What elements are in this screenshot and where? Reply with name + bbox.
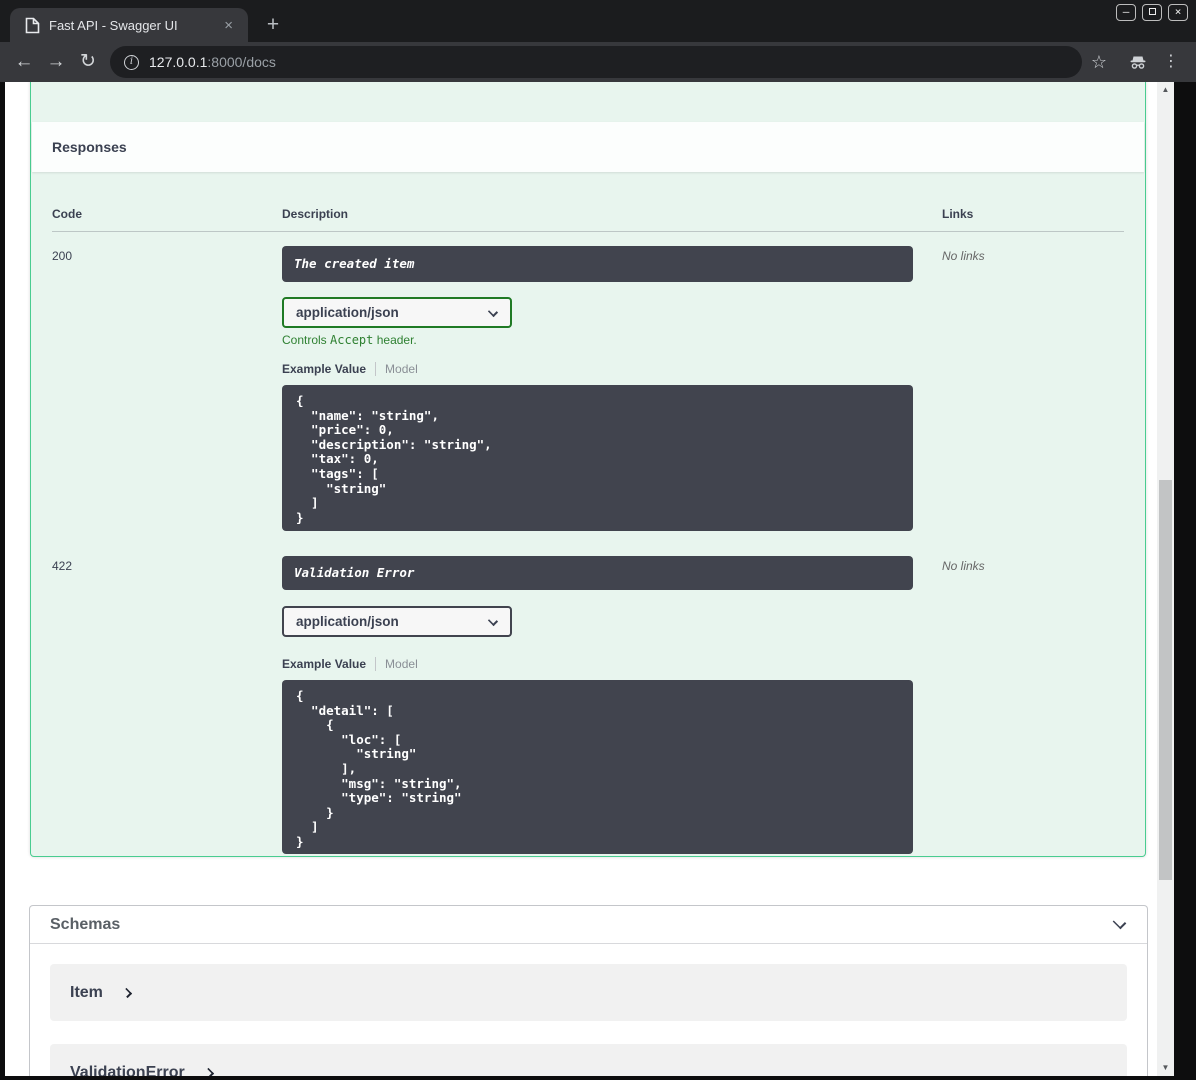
response-code: 200 [52,249,73,263]
example-json-code: { "name": "string", "price": 0, "descrip… [296,393,492,525]
bookmark-star-icon[interactable]: ☆ [1089,42,1109,82]
new-tab-button[interactable]: + [260,13,286,39]
close-button[interactable]: × [1168,4,1188,21]
media-type-select[interactable]: application/json [282,606,512,637]
window-controls: – × [1116,4,1188,21]
model-item[interactable]: Item [50,964,1127,1021]
response-description-box: Validation Error [282,556,913,590]
media-type-value: application/json [296,305,399,320]
model-name: Item [70,983,103,1001]
site-info-icon[interactable]: i [124,54,139,70]
example-json-block: { "detail": [ { "loc": [ "string" ], "ms… [282,680,913,854]
scroll-up-icon[interactable]: ▲ [1157,82,1174,98]
browser-window: Fast API - Swagger UI × + – × ← → ↻ i 12… [0,0,1196,1080]
model-name: ValidationError [70,1063,185,1077]
url-text: 127.0.0.1:8000/docs [149,54,276,70]
tab-title: Fast API - Swagger UI [49,17,178,33]
column-header-links: Links [942,207,974,221]
page-favicon-icon [25,17,40,33]
responses-title: Responses [52,139,127,155]
column-header-description: Description [282,207,349,221]
response-row-422: 422 Validation Error application/json Ex… [52,542,1124,854]
browser-toolbar: ← → ↻ i 127.0.0.1:8000/docs ☆ ⋮ [0,42,1196,82]
minimize-button[interactable]: – [1116,4,1136,21]
response-code: 422 [52,559,73,573]
chevron-right-icon [121,987,132,998]
incognito-icon [1128,42,1150,82]
chevron-down-icon[interactable] [1112,915,1127,930]
schemas-title: Schemas [50,915,121,933]
responses-section-header: Responses [32,122,1144,172]
maximize-button[interactable] [1142,4,1162,21]
back-button[interactable]: ← [8,42,40,82]
schemas-section: Schemas Item ValidationError [29,905,1148,1076]
response-description-cell: The created item application/json Contro… [282,246,942,531]
address-bar[interactable]: i 127.0.0.1:8000/docs [110,46,1082,78]
scrollbar-thumb[interactable] [1159,480,1172,880]
page-scrollbar[interactable]: ▲ ▼ [1157,82,1174,1076]
browser-menu-icon[interactable]: ⋮ [1162,42,1180,82]
tab-example-value[interactable]: Example Value [282,657,366,671]
example-json-code: { "detail": [ { "loc": [ "string" ], "ms… [296,688,462,849]
titlebar: Fast API - Swagger UI × + – × [0,0,1196,42]
scroll-down-icon[interactable]: ▼ [1157,1060,1174,1076]
browser-tab[interactable]: Fast API - Swagger UI × [10,8,248,42]
example-json-block: { "name": "string", "price": 0, "descrip… [282,385,913,531]
post-opblock: Responses Code Description Links 200 The… [30,82,1146,857]
chevron-right-icon [203,1067,214,1076]
tab-model[interactable]: Model [385,362,418,376]
response-description-box: The created item [282,246,913,282]
schemas-header[interactable]: Schemas [30,906,1147,944]
tab-divider [375,656,377,671]
responses-table-header: Code Description Links [52,172,1124,232]
url-path: :8000/docs [207,54,276,70]
media-type-select[interactable]: application/json [282,297,512,328]
response-links: No links [942,249,985,263]
tab-divider [375,361,377,376]
chevron-down-icon [487,306,499,318]
responses-table: Code Description Links 200 The created i… [52,172,1124,854]
reload-button[interactable]: ↻ [72,42,104,82]
accept-code: Accept [330,333,374,347]
swagger-page: Responses Code Description Links 200 The… [5,82,1174,1076]
url-host: 127.0.0.1 [149,54,208,70]
response-links: No links [942,559,985,573]
column-header-code: Code [52,207,82,221]
example-model-tabs: Example Value Model [282,361,942,376]
tab-model[interactable]: Model [385,657,418,671]
response-description-cell: Validation Error application/json Exampl… [282,556,942,854]
maximize-icon [1148,8,1156,15]
forward-button[interactable]: → [40,42,72,82]
chevron-down-icon [487,615,499,627]
schemas-body: Item ValidationError [30,944,1147,1076]
response-row-200: 200 The created item application/json Co… [52,232,1124,531]
model-validationerror[interactable]: ValidationError [50,1044,1127,1076]
example-model-tabs: Example Value Model [282,656,942,671]
accept-header-note: Controls Accept header. [282,333,417,347]
tab-example-value[interactable]: Example Value [282,362,366,376]
tab-close-icon[interactable]: × [221,18,236,33]
media-type-value: application/json [296,614,399,629]
